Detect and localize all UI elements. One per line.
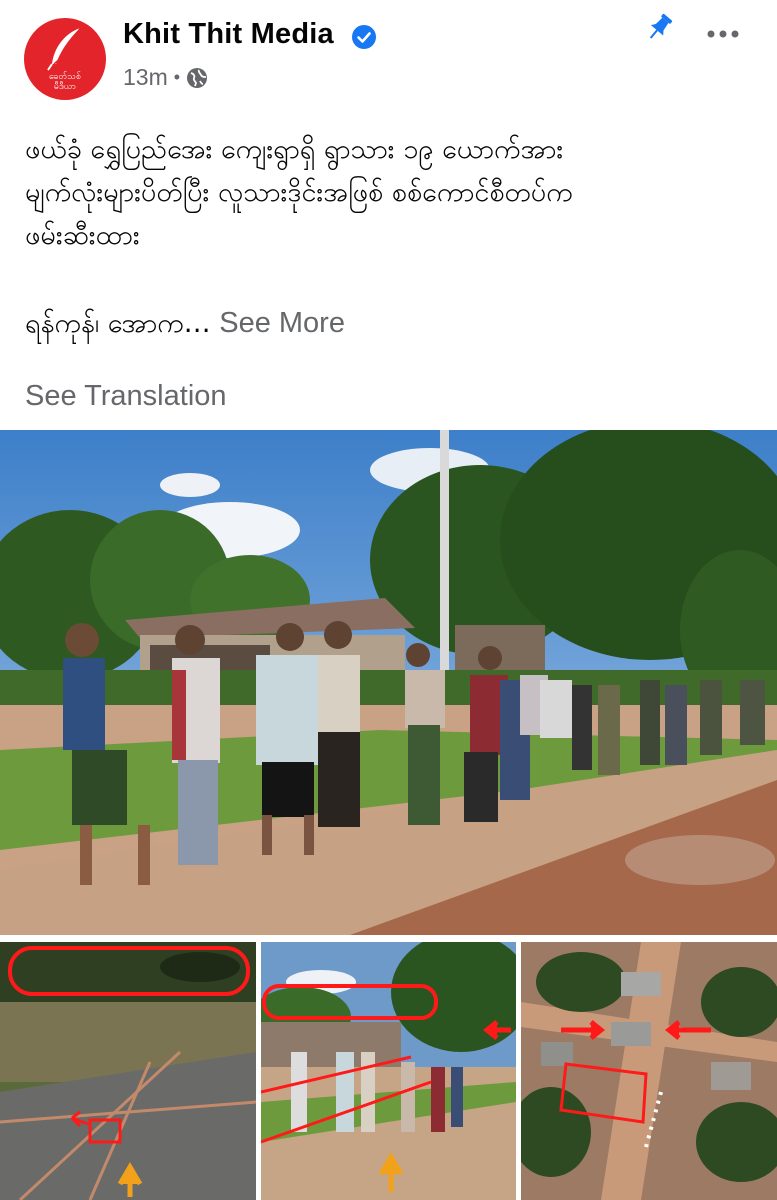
avatar-caption: ခေတ်သစ် မီဒီယာ xyxy=(48,72,82,92)
post-time[interactable]: 13m xyxy=(123,64,168,91)
post-header: ခေတ်သစ် မီဒီယာ Khit Thit Media 13m • xyxy=(0,0,777,110)
page-name[interactable]: Khit Thit Media xyxy=(123,18,334,51)
page-avatar[interactable]: ခေတ်သစ် မီဒီယာ xyxy=(24,18,106,100)
meta-separator: • xyxy=(173,67,181,87)
main-photo[interactable] xyxy=(0,430,777,935)
post-line: ဖယ်ခုံ ရွှေပြည်အေး ကျေးရွာရှိ ရွာသား ၁၉ … xyxy=(25,134,564,165)
post-line: ဖမ်းဆီးထား xyxy=(25,220,140,251)
globe-icon xyxy=(187,67,208,88)
pin-icon[interactable] xyxy=(641,10,677,46)
truncated-text: ရန်ကုန်၊ အောက… xyxy=(25,308,211,339)
post-text: ဖယ်ခုံ ရွှေပြည်အေး ကျေးရွာရှိ ရွာသား ၁၉ … xyxy=(25,128,755,345)
photo-thumbnail-satellite-closeup[interactable] xyxy=(521,942,777,1200)
see-translation-link[interactable]: See Translation xyxy=(25,380,227,413)
photo-thumbnail-annotated-scene[interactable] xyxy=(261,942,516,1200)
post-line-truncated: ရန်ကုန်၊ အောက… See More xyxy=(25,302,755,345)
verified-badge-icon xyxy=(352,25,376,49)
post-line: မျက်လုံးများပိတ်ပြီး လူသားဒိုင်းအဖြစ် စစ… xyxy=(25,177,573,208)
photo-thumbnail-satellite-village[interactable] xyxy=(0,942,256,1200)
more-options-icon[interactable] xyxy=(704,24,744,44)
post-meta: 13m • xyxy=(123,64,208,91)
see-more-link[interactable]: See More xyxy=(219,307,345,339)
